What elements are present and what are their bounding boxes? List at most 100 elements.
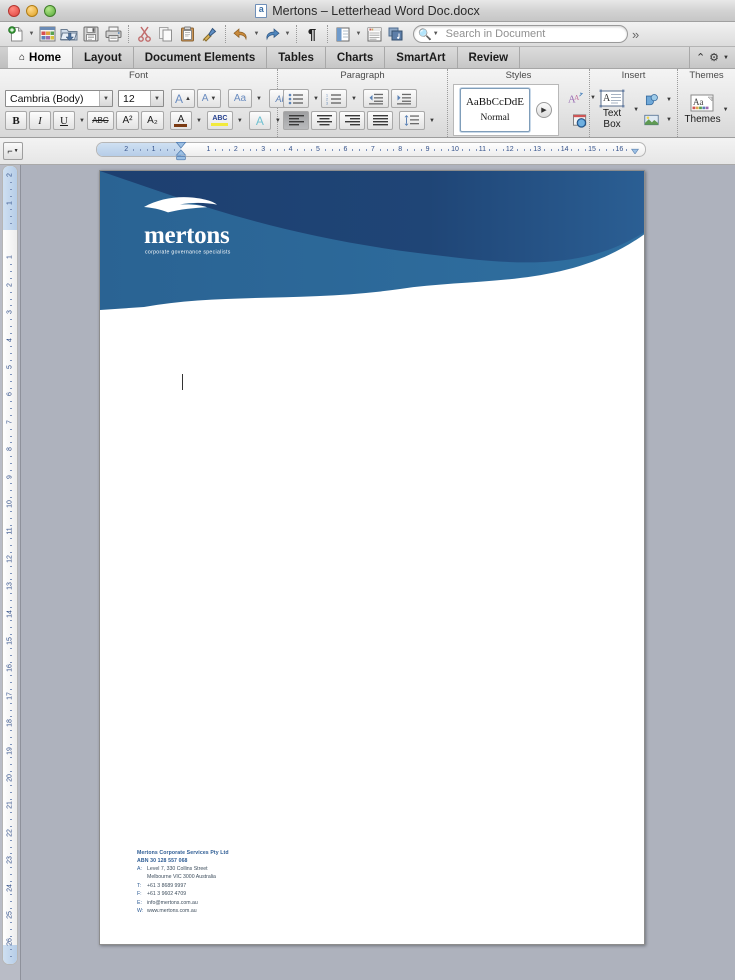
document-gallery-button[interactable] (36, 23, 58, 45)
increase-indent-button[interactable] (390, 89, 417, 108)
style-normal-card[interactable]: AaBbCcDdE Normal (460, 87, 530, 132)
ruler-minor-tick (612, 149, 614, 151)
align-left-button[interactable] (283, 111, 309, 130)
highlight-menu-arrow[interactable]: ▼ (237, 118, 243, 124)
chevron-down-icon[interactable]: ▼ (99, 91, 112, 106)
toolbox-button[interactable] (363, 23, 385, 45)
media-browser-button[interactable] (385, 23, 407, 45)
ruler-minor-tick (10, 634, 12, 636)
strikethrough-button[interactable]: ABC (86, 111, 114, 130)
shrink-font-button[interactable]: A ▼ (197, 89, 221, 108)
ruler-tick-label: 8 (398, 146, 403, 153)
open-document-button[interactable] (58, 23, 80, 45)
manage-styles-button[interactable] (570, 112, 591, 131)
ruler-tick-label: 16 (615, 146, 624, 153)
ruler-tick-label: 2 (233, 146, 238, 153)
tab-smartart[interactable]: SmartArt (385, 47, 458, 68)
ruler-tick-label: 13 (533, 146, 542, 153)
paste-button[interactable] (177, 23, 199, 45)
chevron-up-icon[interactable]: ⌃ (696, 51, 705, 64)
ruler-minor-tick (489, 149, 491, 151)
tab-review[interactable]: Review (457, 47, 521, 68)
numbered-list-button[interactable]: 1 2 3 (320, 89, 347, 108)
sidebar-menu-arrow[interactable]: ▼ (354, 23, 363, 45)
text-box-menu-arrow[interactable]: ▼ (633, 107, 639, 113)
svg-text:A: A (603, 93, 611, 104)
shape-menu-arrow[interactable]: ▼ (666, 97, 672, 103)
italic-button[interactable]: I (29, 111, 51, 130)
font-size-combo[interactable]: 12 ▼ (118, 90, 164, 107)
ruler-tick-label: 18 (6, 719, 14, 728)
new-document-button[interactable] (5, 23, 27, 45)
styles-pane-button[interactable]: A A (565, 89, 586, 108)
tab-home[interactable]: ⌂ Home (8, 47, 73, 68)
tab-charts[interactable]: Charts (325, 47, 386, 68)
new-document-menu-arrow[interactable]: ▼ (27, 23, 36, 45)
change-case-button[interactable]: Aa (228, 89, 252, 108)
highlight-button[interactable]: ABC (206, 111, 233, 130)
cut-button[interactable] (133, 23, 155, 45)
footer-row-phone: T: +61 3 8689 9997 (137, 882, 367, 890)
sidebar-toggle-button[interactable] (332, 23, 354, 45)
ruler-minor-tick (10, 565, 12, 567)
copy-button[interactable] (155, 23, 177, 45)
ruler-bar: ⌐ ▼ 2 1 1 2 3 4 5 6 7 8 9 10 11 12 13 14 15 16 (0, 138, 735, 291)
search-input[interactable]: 🔍 ▼ Search in Document (413, 25, 628, 43)
underline-menu-arrow[interactable]: ▼ (79, 118, 85, 124)
numbered-list-menu-arrow[interactable]: ▼ (351, 96, 357, 102)
right-indent-marker[interactable] (631, 145, 639, 155)
align-center-button[interactable] (311, 111, 337, 130)
redo-menu-arrow[interactable]: ▼ (283, 23, 292, 45)
picture-button[interactable] (641, 110, 662, 129)
gear-menu-arrow[interactable]: ▼ (723, 55, 729, 61)
ruler-minor-tick (10, 867, 12, 869)
svg-text:Aa: Aa (693, 97, 704, 107)
save-button[interactable] (80, 23, 102, 45)
picture-menu-arrow[interactable]: ▼ (666, 117, 672, 123)
indent-markers[interactable] (175, 140, 187, 161)
show-formatting-marks-button[interactable]: ¶ (301, 23, 323, 45)
vertical-ruler[interactable]: 2 1 1 2 3 4 5 6 7 8 9 10 11 12 13 14 15 16 17 18 19 20 21 22 23 2… (2, 165, 18, 965)
chevron-down-icon[interactable]: ▼ (150, 91, 163, 106)
justify-button[interactable] (367, 111, 393, 130)
ruler-tick-label: 5 (316, 146, 320, 153)
font-family-combo[interactable]: Cambria (Body) ▼ (5, 90, 113, 107)
tab-layout[interactable]: Layout (73, 47, 134, 68)
search-menu-arrow[interactable]: ▼ (433, 31, 439, 37)
styles-more-button[interactable]: ▶ (536, 101, 552, 118)
underline-button[interactable]: U (53, 111, 75, 130)
undo-button[interactable] (230, 23, 252, 45)
themes-menu-arrow[interactable]: ▼ (723, 107, 729, 113)
decrease-indent-button[interactable] (362, 89, 389, 108)
undo-menu-arrow[interactable]: ▼ (252, 23, 261, 45)
document-page[interactable]: mertons corporate governance specialists… (99, 170, 645, 945)
bulleted-list-button[interactable] (283, 89, 309, 108)
redo-button[interactable] (261, 23, 283, 45)
align-right-button[interactable] (339, 111, 365, 130)
text-box-button[interactable]: A (596, 89, 628, 108)
themes-button[interactable]: Aa (686, 94, 720, 114)
font-color-menu-arrow[interactable]: ▼ (196, 118, 202, 124)
line-spacing-button[interactable] (399, 111, 425, 130)
footer-key-fax: F: (137, 891, 142, 898)
tab-document-elements[interactable]: Document Elements (133, 47, 268, 68)
line-spacing-menu-arrow[interactable]: ▼ (429, 118, 435, 124)
text-effects-button[interactable]: A (248, 111, 271, 130)
subscript-button[interactable]: A₂ (140, 111, 164, 130)
grow-font-button[interactable]: A ▲ (171, 89, 195, 108)
print-button[interactable] (102, 23, 124, 45)
bulleted-list-menu-arrow[interactable]: ▼ (313, 96, 319, 102)
tab-stop-selector[interactable]: ⌐ ▼ (3, 142, 23, 160)
font-color-button[interactable]: A (169, 111, 192, 130)
ruler-minor-tick (502, 149, 504, 151)
change-case-menu-arrow[interactable]: ▼ (256, 96, 262, 102)
gear-icon[interactable]: ⚙ (709, 51, 719, 64)
ruler-minor-tick (10, 921, 12, 923)
bold-button[interactable]: B (5, 111, 27, 130)
shape-button[interactable] (641, 90, 662, 109)
format-painter-button[interactable] (199, 23, 221, 45)
tab-tables[interactable]: Tables (267, 47, 326, 68)
superscript-button[interactable]: A² (115, 111, 139, 130)
ruler-tick-label: 2 (6, 173, 14, 178)
toolbar-overflow-button[interactable]: » (632, 27, 639, 42)
